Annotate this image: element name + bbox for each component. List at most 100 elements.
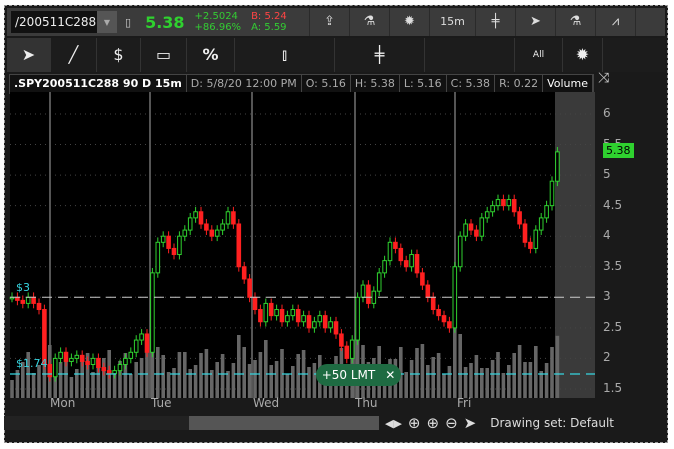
volume-bar	[264, 340, 268, 398]
volume-bar	[458, 334, 462, 398]
volume-bar	[231, 363, 236, 398]
candle	[25, 296, 31, 304]
volume-bar	[534, 346, 538, 398]
candle	[85, 360, 90, 366]
y-tick-label: 5	[603, 167, 611, 182]
y-tick-label: 6	[603, 106, 611, 120]
candle	[484, 211, 490, 219]
volume-bar	[512, 353, 516, 398]
volume-bar	[426, 365, 430, 398]
candle	[225, 211, 231, 225]
candle	[409, 254, 414, 268]
candle	[538, 217, 544, 231]
volume-bar	[291, 366, 295, 398]
candle	[322, 315, 328, 329]
candle	[236, 223, 242, 268]
level-3-label[interactable]: $3	[16, 281, 30, 294]
candle	[366, 284, 371, 304]
volume-bar	[404, 372, 408, 398]
candle	[387, 241, 393, 262]
candle	[511, 199, 517, 213]
volume-bar	[274, 361, 279, 398]
candle	[69, 357, 74, 362]
candle	[393, 241, 398, 249]
order-bubble[interactable]: +50 LMT ✕	[316, 364, 401, 386]
volume-bar	[139, 358, 144, 398]
volume-bar	[485, 368, 489, 398]
candle	[263, 302, 269, 323]
volume-bar	[285, 374, 290, 398]
day-label: Tue	[151, 396, 172, 410]
day-label: Mon	[50, 396, 76, 410]
volume-bar	[177, 352, 182, 398]
candle	[193, 211, 198, 219]
candle	[177, 235, 182, 256]
cursor-icon[interactable]: ➤	[464, 414, 477, 432]
candle	[506, 199, 512, 207]
y-tick-label: 3	[603, 289, 611, 304]
candle	[430, 296, 436, 311]
volume-bar	[134, 362, 138, 398]
drawing-set-selector[interactable]: Drawing set: Default	[490, 416, 614, 430]
candle	[187, 217, 193, 231]
candle	[166, 235, 171, 249]
volume-bar	[226, 371, 230, 398]
crosshair-icon[interactable]: ⊕	[408, 414, 421, 432]
volume-bar	[555, 335, 560, 398]
candle	[128, 351, 134, 359]
volume-bar	[172, 368, 176, 398]
candle	[36, 302, 42, 311]
volume-bar	[447, 366, 452, 398]
candle	[447, 321, 452, 329]
volume-bar	[161, 355, 165, 398]
candle	[349, 339, 355, 359]
zoom-in-icon[interactable]: ⊕	[427, 414, 440, 432]
candle	[252, 296, 258, 311]
volume-bar	[269, 365, 273, 398]
candle	[274, 309, 279, 317]
candle	[457, 235, 463, 268]
volume-bar	[463, 367, 468, 398]
zoom-out-icon[interactable]: ⊖	[445, 414, 458, 432]
volume-bar	[474, 355, 479, 398]
y-tick-label: 4.5	[603, 197, 623, 212]
y-tick-label: 4	[603, 228, 611, 243]
candle	[549, 180, 555, 207]
candle	[101, 367, 107, 372]
candle	[247, 278, 252, 298]
candle	[112, 370, 117, 375]
volume-bar	[91, 372, 95, 398]
volume-bar	[312, 363, 317, 398]
volume-bar	[156, 347, 160, 398]
candle	[290, 309, 296, 317]
candle	[420, 272, 425, 286]
candle	[268, 302, 274, 317]
volume-bar	[220, 354, 225, 398]
pan-icon[interactable]: ◀▶	[385, 417, 402, 430]
volume-bar	[409, 360, 414, 398]
close-icon[interactable]: ✕	[385, 368, 395, 382]
candle	[301, 315, 306, 323]
candle	[306, 315, 312, 329]
candle	[214, 229, 220, 237]
volume-bar	[490, 360, 495, 398]
scroll-thumb[interactable]	[189, 416, 379, 430]
candle	[533, 229, 539, 249]
day-label: Thu	[355, 396, 378, 410]
candle	[160, 235, 166, 243]
candle	[144, 333, 150, 353]
candle	[403, 260, 409, 268]
candle	[231, 211, 236, 225]
volume-bar	[247, 364, 252, 398]
volume-bar	[550, 347, 554, 398]
candle	[150, 272, 155, 353]
volume-bar	[420, 344, 425, 398]
candle	[241, 266, 247, 280]
day-label: Fri	[457, 396, 472, 410]
candle	[452, 266, 458, 329]
day-label: Wed	[253, 396, 280, 410]
order-label: +50 LMT	[321, 368, 376, 382]
level-174-label[interactable]: $1.74	[16, 357, 48, 370]
current-price-label: 5.38	[603, 143, 634, 158]
horizontal-scrollbar[interactable]	[4, 416, 379, 430]
